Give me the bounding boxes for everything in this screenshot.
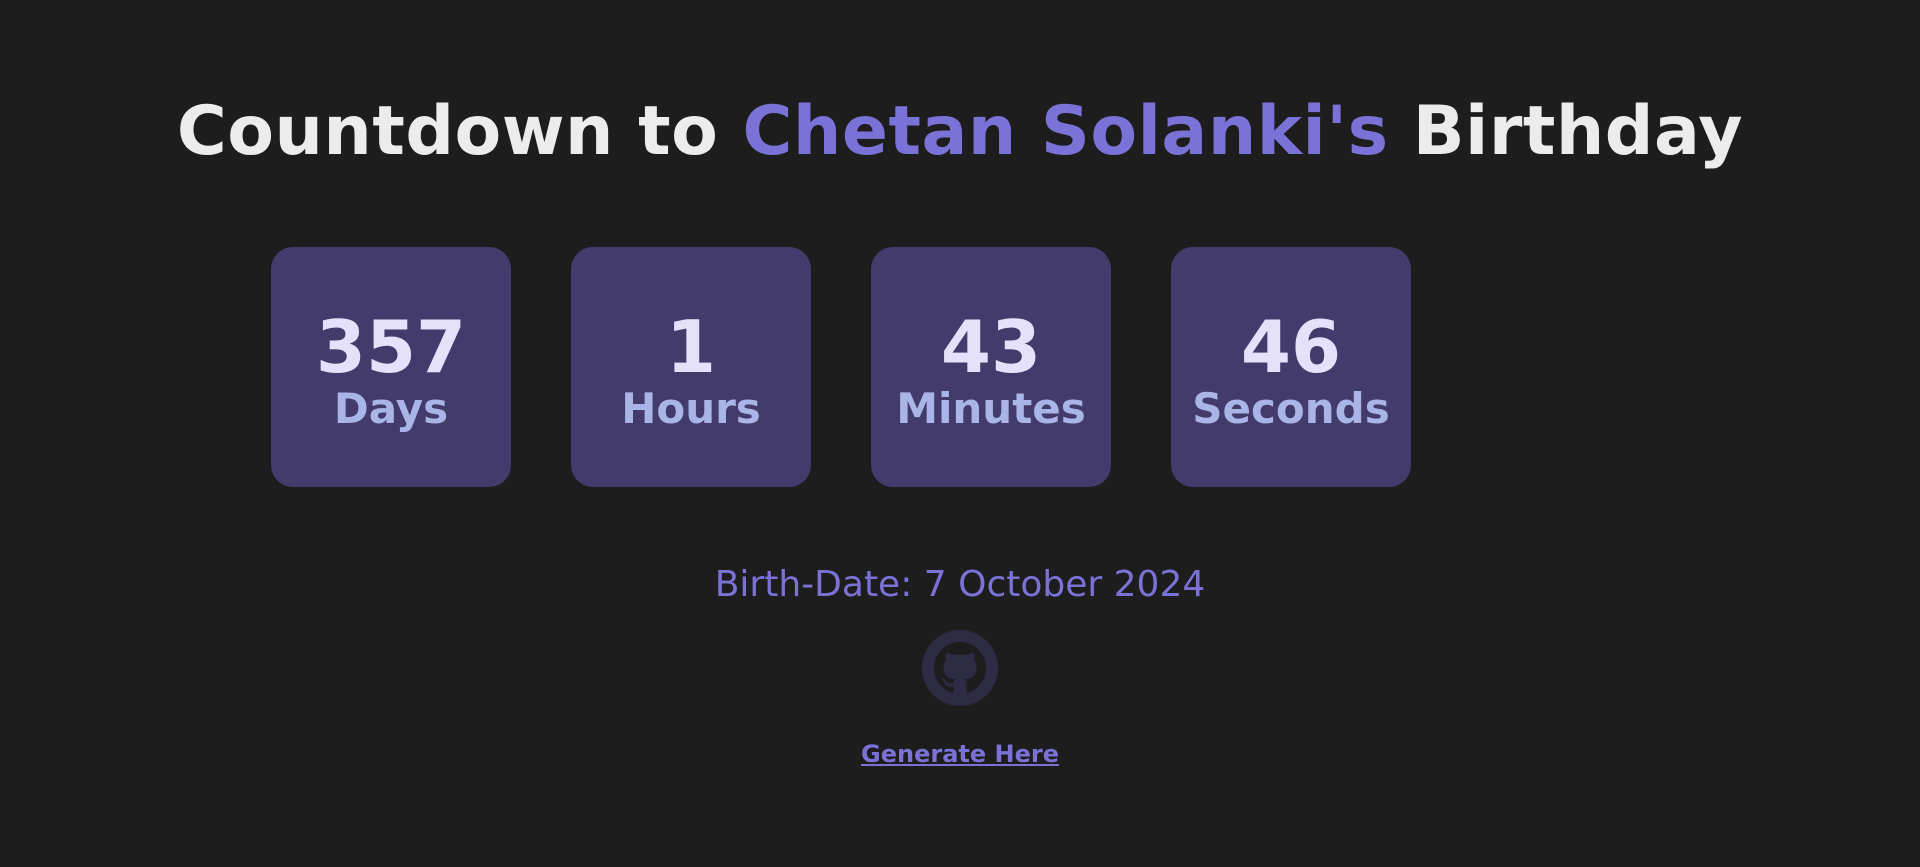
minutes-label: Minutes bbox=[896, 384, 1086, 433]
seconds-label: Seconds bbox=[1192, 384, 1390, 433]
countdown-minutes: 43 Minutes bbox=[871, 247, 1111, 487]
title-suffix: Birthday bbox=[1388, 92, 1744, 171]
days-value: 357 bbox=[315, 305, 467, 389]
page-title: Countdown to Chetan Solanki's Birthday bbox=[0, 88, 1920, 176]
title-prefix: Countdown to bbox=[176, 92, 743, 171]
seconds-value: 46 bbox=[1240, 305, 1342, 389]
hours-value: 1 bbox=[665, 305, 717, 389]
page: Countdown to Chetan Solanki's Birthday 3… bbox=[0, 0, 1920, 867]
countdown-seconds: 46 Seconds bbox=[1171, 247, 1411, 487]
countdown-hours: 1 Hours bbox=[571, 247, 811, 487]
title-name: Chetan Solanki's bbox=[742, 92, 1389, 171]
countdown-days: 357 Days bbox=[271, 247, 511, 487]
minutes-value: 43 bbox=[940, 305, 1042, 389]
days-label: Days bbox=[333, 384, 449, 433]
hours-label: Hours bbox=[621, 384, 761, 433]
birth-date: Birth-Date: 7 October 2024 bbox=[714, 564, 1206, 605]
github-icon[interactable] bbox=[922, 630, 998, 706]
generate-link-container: Generate Here bbox=[0, 738, 1920, 770]
countdown-boxes: 357 Days 1 Hours 43 Minutes 46 Seconds bbox=[271, 247, 1411, 487]
generate-here-link[interactable]: Generate Here bbox=[861, 740, 1059, 768]
